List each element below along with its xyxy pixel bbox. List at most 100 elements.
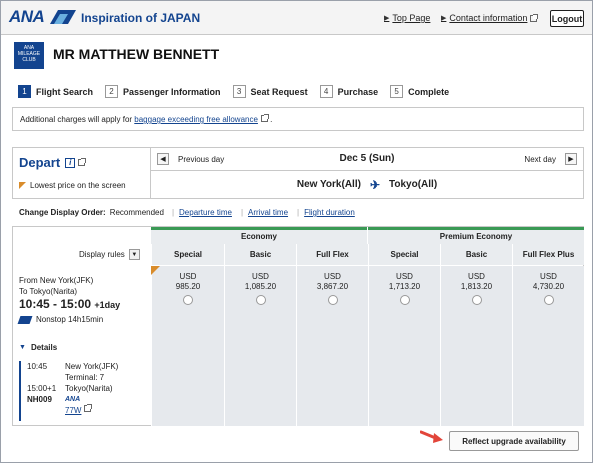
step-seat-request: 3 Seat Request bbox=[232, 85, 308, 98]
fare-header-special: Special bbox=[368, 244, 440, 265]
day-offset: +1day bbox=[94, 300, 121, 310]
flight-from: From New York(JFK) bbox=[19, 276, 94, 285]
depart-heading: Depart i bbox=[19, 155, 87, 170]
sort-departure-time[interactable]: Departure time bbox=[179, 208, 232, 217]
ana-logo[interactable]: ANA bbox=[9, 7, 77, 27]
external-link-icon bbox=[78, 158, 87, 166]
flight-legs: 10:45 New York(JFK) Terminal: 7 15:00+1 … bbox=[19, 361, 143, 421]
chevron-right-icon: ▶ bbox=[568, 156, 574, 163]
arrow-right-icon: ▶ bbox=[384, 15, 390, 22]
step-number: 5 bbox=[390, 85, 404, 98]
logo-stripe-icon bbox=[50, 10, 77, 24]
fare-radio[interactable] bbox=[399, 295, 410, 305]
baggage-allowance-link[interactable]: baggage exceeding free allowance bbox=[134, 115, 258, 124]
arrival-leg: 15:00+1 Tokyo(Narita) bbox=[27, 383, 143, 394]
step-label: Complete bbox=[408, 86, 450, 97]
fare-radio[interactable] bbox=[471, 295, 482, 305]
tagline: Inspiration of JAPAN bbox=[81, 11, 201, 25]
nonstop-duration: Nonstop 14h15min bbox=[36, 315, 104, 324]
progress-steps: 1 Flight Search 2 Passenger Information … bbox=[18, 85, 461, 98]
fare-currency: USD bbox=[179, 272, 197, 281]
step-label: Passenger Information bbox=[123, 86, 221, 97]
red-arrow-icon bbox=[420, 430, 443, 443]
fare-cell-economy-basic[interactable]: USD 1,085.20 bbox=[224, 266, 296, 426]
sort-arrival-time[interactable]: Arrival time bbox=[248, 208, 288, 217]
departure-leg: 10:45 New York(JFK) bbox=[27, 361, 143, 372]
flight-time-range: 10:45 - 15:00 bbox=[19, 297, 92, 311]
route-origin: New York(All) bbox=[296, 179, 361, 190]
fare-radio[interactable] bbox=[543, 295, 554, 305]
route-destination: Tokyo(All) bbox=[389, 179, 438, 190]
fare-currency: USD bbox=[396, 272, 413, 281]
top-page-label: Top Page bbox=[392, 13, 431, 23]
contact-link[interactable]: ▶ Contact information bbox=[441, 13, 539, 23]
logo-text: ANA bbox=[9, 7, 45, 26]
departure-time: 10:45 bbox=[27, 362, 48, 371]
fare-currency: USD bbox=[468, 272, 485, 281]
flight-to: To Tokyo(Narita) bbox=[19, 287, 78, 296]
notice-text: Additional charges will apply for bbox=[20, 115, 135, 124]
flight-summary: From New York(JFK) To Tokyo(Narita) 10:4… bbox=[17, 275, 149, 325]
fare-cell-premium-full-flex-plus[interactable]: USD 4,730.20 bbox=[512, 266, 584, 426]
top-page-link[interactable]: ▶ Top Page bbox=[384, 13, 430, 23]
fare-cell-premium-special[interactable]: USD 1,713.20 bbox=[368, 266, 440, 426]
fare-header-special: Special bbox=[151, 244, 224, 265]
step-number: 1 bbox=[18, 85, 31, 98]
selected-date: Dec 5 (Sun) bbox=[339, 153, 395, 164]
step-complete: 5 Complete bbox=[390, 85, 449, 98]
next-day-button[interactable]: ▶ bbox=[565, 153, 577, 165]
chevron-down-icon[interactable]: ▼ bbox=[128, 249, 140, 260]
sort-current: Recommended bbox=[109, 208, 164, 217]
lowest-price-legend: Lowest price on the screen bbox=[19, 181, 126, 190]
contact-label: Contact information bbox=[449, 13, 528, 23]
cabin-economy: Economy bbox=[151, 227, 367, 244]
airplane-icon: ✈ bbox=[369, 177, 380, 192]
depart-panel: Depart i Lowest price on the screen bbox=[12, 147, 150, 199]
lowest-price-label: Lowest price on the screen bbox=[30, 181, 126, 190]
departure-terminal: Terminal: 7 bbox=[65, 373, 105, 382]
fare-price: 985.20 bbox=[175, 282, 201, 291]
next-day-label[interactable]: Next day bbox=[524, 155, 556, 164]
nonstop-row: Nonstop 14h15min bbox=[17, 314, 149, 325]
info-icon[interactable]: i bbox=[65, 157, 76, 168]
fare-cell-economy-special[interactable]: USD 985.20 bbox=[151, 266, 224, 426]
cabin-premium-economy: Premium Economy bbox=[368, 227, 584, 244]
display-rules-label: Display rules bbox=[79, 250, 125, 259]
lowest-price-flag-icon bbox=[151, 266, 160, 275]
external-link-icon bbox=[260, 114, 269, 122]
step-number: 3 bbox=[232, 85, 246, 98]
logout-button[interactable]: Logout bbox=[550, 10, 584, 27]
departure-city: New York(JFK) bbox=[65, 362, 119, 371]
fare-header-full-flex: Full Flex bbox=[296, 244, 368, 265]
fare-cell-economy-full-flex[interactable]: USD 3,867.20 bbox=[296, 266, 368, 426]
sort-separator: | bbox=[297, 208, 300, 217]
fare-radio[interactable] bbox=[183, 295, 193, 305]
reflect-upgrade-button[interactable]: Reflect upgrade availability bbox=[449, 431, 579, 451]
sort-flight-duration[interactable]: Flight duration bbox=[304, 208, 355, 217]
lowest-price-flag-icon bbox=[19, 182, 26, 189]
details-toggle[interactable]: ▼ Details bbox=[19, 343, 57, 352]
flight-number-row: NH009 ANA bbox=[27, 394, 143, 405]
fare-currency: USD bbox=[324, 272, 341, 281]
arrow-right-icon: ▶ bbox=[441, 15, 447, 22]
fare-currency: USD bbox=[540, 272, 557, 281]
external-link-icon bbox=[530, 13, 539, 22]
airline-logo: ANA bbox=[65, 396, 81, 403]
fare-price: 4,730.20 bbox=[532, 282, 565, 291]
display-rules[interactable]: Display rules ▼ bbox=[79, 249, 140, 260]
fare-radio[interactable] bbox=[255, 295, 266, 305]
arrival-city: Tokyo(Narita) bbox=[65, 384, 113, 393]
route-bar: New York(All) ✈ Tokyo(All) bbox=[150, 171, 584, 199]
fare-currency: USD bbox=[252, 272, 269, 281]
step-purchase: 4 Purchase bbox=[319, 85, 378, 98]
sort-bar: Change Display Order: Recommended | Depa… bbox=[19, 208, 364, 217]
fare-header-full-flex-plus: Full Flex Plus bbox=[512, 244, 584, 265]
fare-radio[interactable] bbox=[327, 295, 338, 305]
sort-label: Change Display Order: bbox=[19, 208, 106, 217]
baggage-notice: Additional charges will apply for baggag… bbox=[12, 107, 584, 131]
aircraft-link[interactable]: 77W bbox=[65, 405, 81, 416]
fare-cell-premium-basic[interactable]: USD 1,813.20 bbox=[440, 266, 512, 426]
step-passenger-information: 2 Passenger Information bbox=[105, 85, 221, 98]
fare-header-basic: Basic bbox=[440, 244, 512, 265]
caret-down-icon: ▼ bbox=[19, 344, 26, 351]
